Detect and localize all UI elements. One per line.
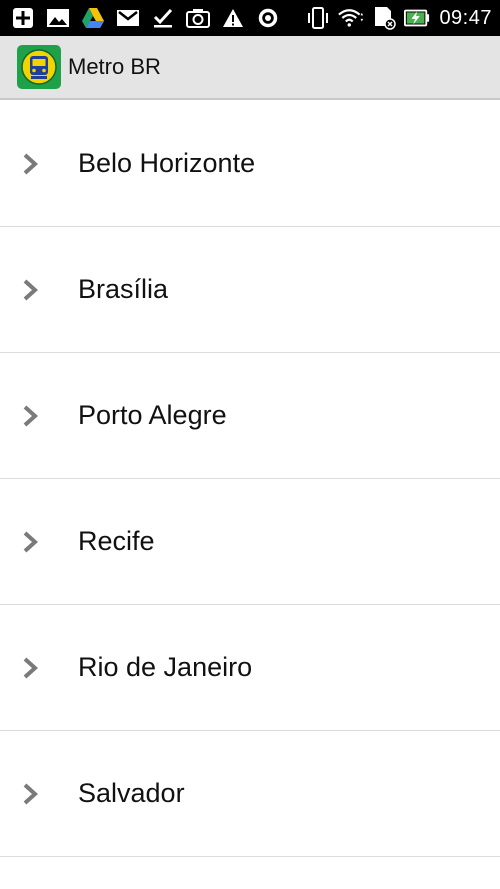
city-label: Porto Alegre [78, 400, 227, 430]
gmail-icon [115, 6, 141, 30]
list-item[interactable]: Porto Alegre [0, 353, 500, 479]
city-list: Belo Horizonte Brasília Porto Alegre Rec… [0, 101, 500, 857]
status-bar: 09:47 [0, 0, 500, 36]
list-item[interactable]: Brasília [0, 227, 500, 353]
status-notifications [10, 6, 290, 30]
drive-icon [80, 6, 106, 30]
metro-train-icon[interactable] [17, 45, 61, 89]
list-item[interactable]: Salvador [0, 731, 500, 857]
check-icon [150, 6, 176, 30]
image-icon [45, 6, 71, 30]
city-label: Recife [78, 526, 155, 556]
vibrate-icon [305, 6, 331, 30]
battery-charging-icon [404, 6, 430, 30]
app-title: Metro BR [68, 54, 161, 79]
warning-icon [220, 6, 246, 30]
sync-icon [255, 6, 281, 30]
wifi-icon [338, 6, 364, 30]
camera-icon [185, 6, 211, 30]
clock: 09:47 [439, 6, 492, 29]
chevron-right-icon [23, 531, 38, 552]
sd-card-icon [371, 6, 397, 30]
chevron-right-icon [23, 783, 38, 804]
status-system: 09:47 [305, 6, 492, 30]
add-icon [10, 6, 36, 30]
list-item[interactable]: Belo Horizonte [0, 101, 500, 227]
chevron-right-icon [23, 279, 38, 300]
list-item[interactable]: Recife [0, 479, 500, 605]
chevron-right-icon [23, 657, 38, 678]
city-label: Salvador [78, 778, 185, 808]
chevron-right-icon [23, 405, 38, 426]
city-label: Brasília [78, 274, 169, 304]
action-bar: Metro BR [0, 36, 500, 100]
city-label: Rio de Janeiro [78, 652, 253, 682]
chevron-right-icon [23, 153, 38, 174]
city-label: Belo Horizonte [78, 148, 256, 178]
list-item[interactable]: Rio de Janeiro [0, 605, 500, 731]
